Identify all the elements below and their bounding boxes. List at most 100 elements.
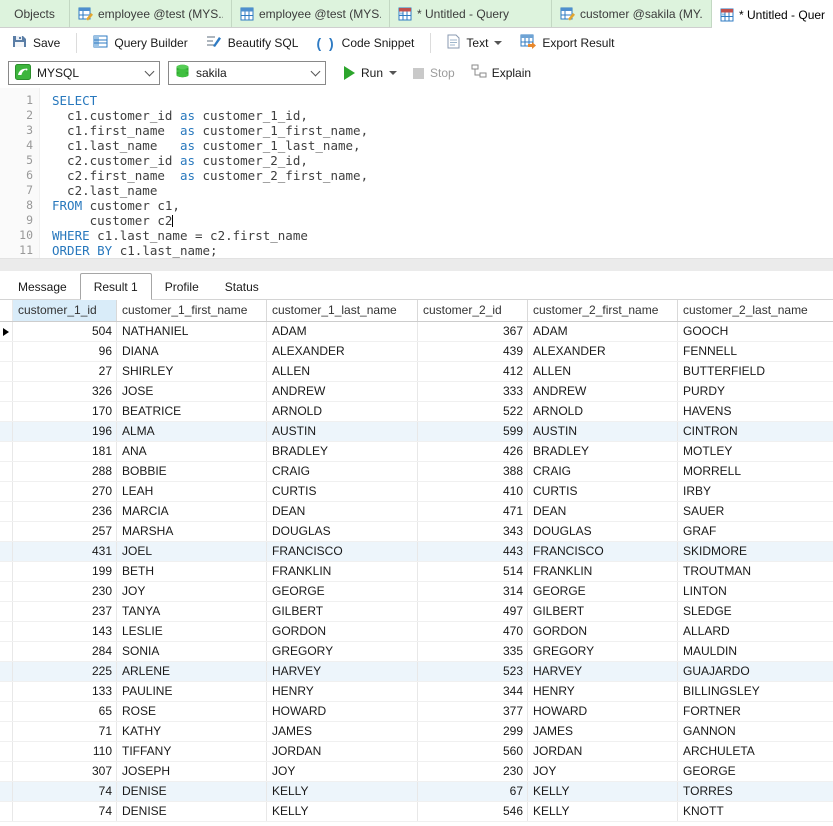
cell-customer_1_last_name[interactable]: ADAM — [267, 322, 418, 341]
cell-customer_2_last_name[interactable]: GUAJARDO — [678, 662, 833, 681]
column-header-customer_1_first_name[interactable]: customer_1_first_name — [117, 300, 267, 321]
cell-customer_2_id[interactable]: 388 — [418, 462, 528, 481]
cell-customer_2_first_name[interactable]: JORDAN — [528, 742, 678, 761]
cell-customer_1_id[interactable]: 230 — [13, 582, 117, 601]
text-view-button[interactable]: Text — [443, 32, 506, 54]
table-row[interactable]: 181ANABRADLEY426BRADLEYMOTLEY — [0, 442, 833, 462]
cell-customer_1_last_name[interactable]: HARVEY — [267, 662, 418, 681]
cell-customer_2_last_name[interactable]: TORRES — [678, 782, 833, 801]
row-gutter[interactable] — [0, 762, 13, 781]
cell-customer_2_first_name[interactable]: GREGORY — [528, 642, 678, 661]
cell-customer_2_id[interactable]: 522 — [418, 402, 528, 421]
cell-customer_2_id[interactable]: 333 — [418, 382, 528, 401]
cell-customer_2_last_name[interactable]: MAULDIN — [678, 642, 833, 661]
table-row[interactable]: 196ALMAAUSTIN599AUSTINCINTRON — [0, 422, 833, 442]
cell-customer_2_last_name[interactable]: GOOCH — [678, 322, 833, 341]
row-gutter[interactable] — [0, 422, 13, 441]
cell-customer_2_first_name[interactable]: ANDREW — [528, 382, 678, 401]
cell-customer_1_first_name[interactable]: SHIRLEY — [117, 362, 267, 381]
table-row[interactable]: 236MARCIADEAN471DEANSAUER — [0, 502, 833, 522]
cell-customer_2_first_name[interactable]: JAMES — [528, 722, 678, 741]
cell-customer_1_last_name[interactable]: HENRY — [267, 682, 418, 701]
cell-customer_1_id[interactable]: 504 — [13, 322, 117, 341]
sql-editor[interactable]: 1SELECT2 c1.customer_id as customer_1_id… — [0, 88, 833, 258]
cell-customer_1_id[interactable]: 257 — [13, 522, 117, 541]
cell-customer_2_id[interactable]: 560 — [418, 742, 528, 761]
cell-customer_1_last_name[interactable]: JORDAN — [267, 742, 418, 761]
cell-customer_1_first_name[interactable]: LEAH — [117, 482, 267, 501]
cell-customer_1_first_name[interactable]: ROSE — [117, 702, 267, 721]
table-row[interactable]: 74DENISEKELLY546KELLYKNOTT — [0, 802, 833, 822]
cell-customer_2_id[interactable]: 523 — [418, 662, 528, 681]
cell-customer_2_first_name[interactable]: JOY — [528, 762, 678, 781]
column-header-customer_2_first_name[interactable]: customer_2_first_name — [528, 300, 678, 321]
cell-customer_1_first_name[interactable]: JOEL — [117, 542, 267, 561]
cell-customer_2_last_name[interactable]: TROUTMAN — [678, 562, 833, 581]
cell-customer_2_last_name[interactable]: ALLARD — [678, 622, 833, 641]
cell-customer_1_id[interactable]: 181 — [13, 442, 117, 461]
cell-customer_1_first_name[interactable]: TIFFANY — [117, 742, 267, 761]
cell-customer_2_last_name[interactable]: SKIDMORE — [678, 542, 833, 561]
cell-customer_1_last_name[interactable]: GREGORY — [267, 642, 418, 661]
row-gutter[interactable] — [0, 502, 13, 521]
cell-customer_1_first_name[interactable]: SONIA — [117, 642, 267, 661]
database-select[interactable]: sakila — [168, 61, 326, 85]
cell-customer_1_last_name[interactable]: AUSTIN — [267, 422, 418, 441]
cell-customer_2_last_name[interactable]: ARCHULETA — [678, 742, 833, 761]
cell-customer_1_first_name[interactable]: BEATRICE — [117, 402, 267, 421]
table-row[interactable]: 71KATHYJAMES299JAMESGANNON — [0, 722, 833, 742]
table-row[interactable]: 74DENISEKELLY67KELLYTORRES — [0, 782, 833, 802]
cell-customer_1_id[interactable]: 65 — [13, 702, 117, 721]
code-line[interactable]: 11ORDER BY c1.last_name; — [0, 243, 833, 258]
row-gutter[interactable] — [0, 722, 13, 741]
cell-customer_2_first_name[interactable]: ALEXANDER — [528, 342, 678, 361]
row-gutter[interactable] — [0, 482, 13, 501]
cell-customer_2_id[interactable]: 412 — [418, 362, 528, 381]
table-row[interactable]: 326JOSEANDREW333ANDREWPURDY — [0, 382, 833, 402]
cell-customer_1_first_name[interactable]: DIANA — [117, 342, 267, 361]
code-line[interactable]: 6 c2.first_name as customer_2_first_name… — [0, 168, 833, 183]
table-row[interactable]: 257MARSHADOUGLAS343DOUGLASGRAF — [0, 522, 833, 542]
table-row[interactable]: 504NATHANIELADAM367ADAMGOOCH — [0, 322, 833, 342]
cell-customer_1_first_name[interactable]: DENISE — [117, 802, 267, 821]
tab-document-1[interactable]: employee @test (MYS... — [70, 0, 232, 27]
row-gutter[interactable] — [0, 602, 13, 621]
cell-customer_1_last_name[interactable]: CRAIG — [267, 462, 418, 481]
table-row[interactable]: 96DIANAALEXANDER439ALEXANDERFENNELL — [0, 342, 833, 362]
cell-customer_1_last_name[interactable]: JAMES — [267, 722, 418, 741]
cell-customer_2_last_name[interactable]: GANNON — [678, 722, 833, 741]
cell-customer_2_id[interactable]: 344 — [418, 682, 528, 701]
code-snippet-button[interactable]: ( ) Code Snippet — [312, 33, 418, 53]
cell-customer_2_id[interactable]: 367 — [418, 322, 528, 341]
cell-customer_1_last_name[interactable]: DOUGLAS — [267, 522, 418, 541]
table-row[interactable]: 270LEAHCURTIS410CURTISIRBY — [0, 482, 833, 502]
table-row[interactable]: 110TIFFANYJORDAN560JORDANARCHULETA — [0, 742, 833, 762]
table-row[interactable]: 199BETHFRANKLIN514FRANKLINTROUTMAN — [0, 562, 833, 582]
row-gutter[interactable] — [0, 662, 13, 681]
cell-customer_2_last_name[interactable]: MORRELL — [678, 462, 833, 481]
cell-customer_1_last_name[interactable]: ALEXANDER — [267, 342, 418, 361]
code-line[interactable]: 1SELECT — [0, 93, 833, 108]
cell-customer_2_id[interactable]: 546 — [418, 802, 528, 821]
row-gutter[interactable] — [0, 382, 13, 401]
cell-customer_1_id[interactable]: 170 — [13, 402, 117, 421]
cell-customer_2_last_name[interactable]: BILLINGSLEY — [678, 682, 833, 701]
table-row[interactable]: 65ROSEHOWARD377HOWARDFORTNER — [0, 702, 833, 722]
cell-customer_1_id[interactable]: 288 — [13, 462, 117, 481]
cell-customer_2_last_name[interactable]: FORTNER — [678, 702, 833, 721]
cell-customer_1_last_name[interactable]: BRADLEY — [267, 442, 418, 461]
row-gutter[interactable] — [0, 702, 13, 721]
column-header-customer_2_id[interactable]: customer_2_id — [418, 300, 528, 321]
tab-document-4[interactable]: customer @sakila (MY... — [552, 0, 712, 27]
cell-customer_1_id[interactable]: 431 — [13, 542, 117, 561]
cell-customer_2_first_name[interactable]: GORDON — [528, 622, 678, 641]
cell-customer_1_id[interactable]: 143 — [13, 622, 117, 641]
row-gutter[interactable] — [0, 462, 13, 481]
table-row[interactable]: 288BOBBIECRAIG388CRAIGMORRELL — [0, 462, 833, 482]
cell-customer_1_last_name[interactable]: JOY — [267, 762, 418, 781]
cell-customer_2_last_name[interactable]: BUTTERFIELD — [678, 362, 833, 381]
cell-customer_2_last_name[interactable]: GEORGE — [678, 762, 833, 781]
text-view-dropdown-icon[interactable] — [494, 41, 502, 45]
table-row[interactable]: 284SONIAGREGORY335GREGORYMAULDIN — [0, 642, 833, 662]
code-line[interactable]: 3 c1.first_name as customer_1_first_name… — [0, 123, 833, 138]
